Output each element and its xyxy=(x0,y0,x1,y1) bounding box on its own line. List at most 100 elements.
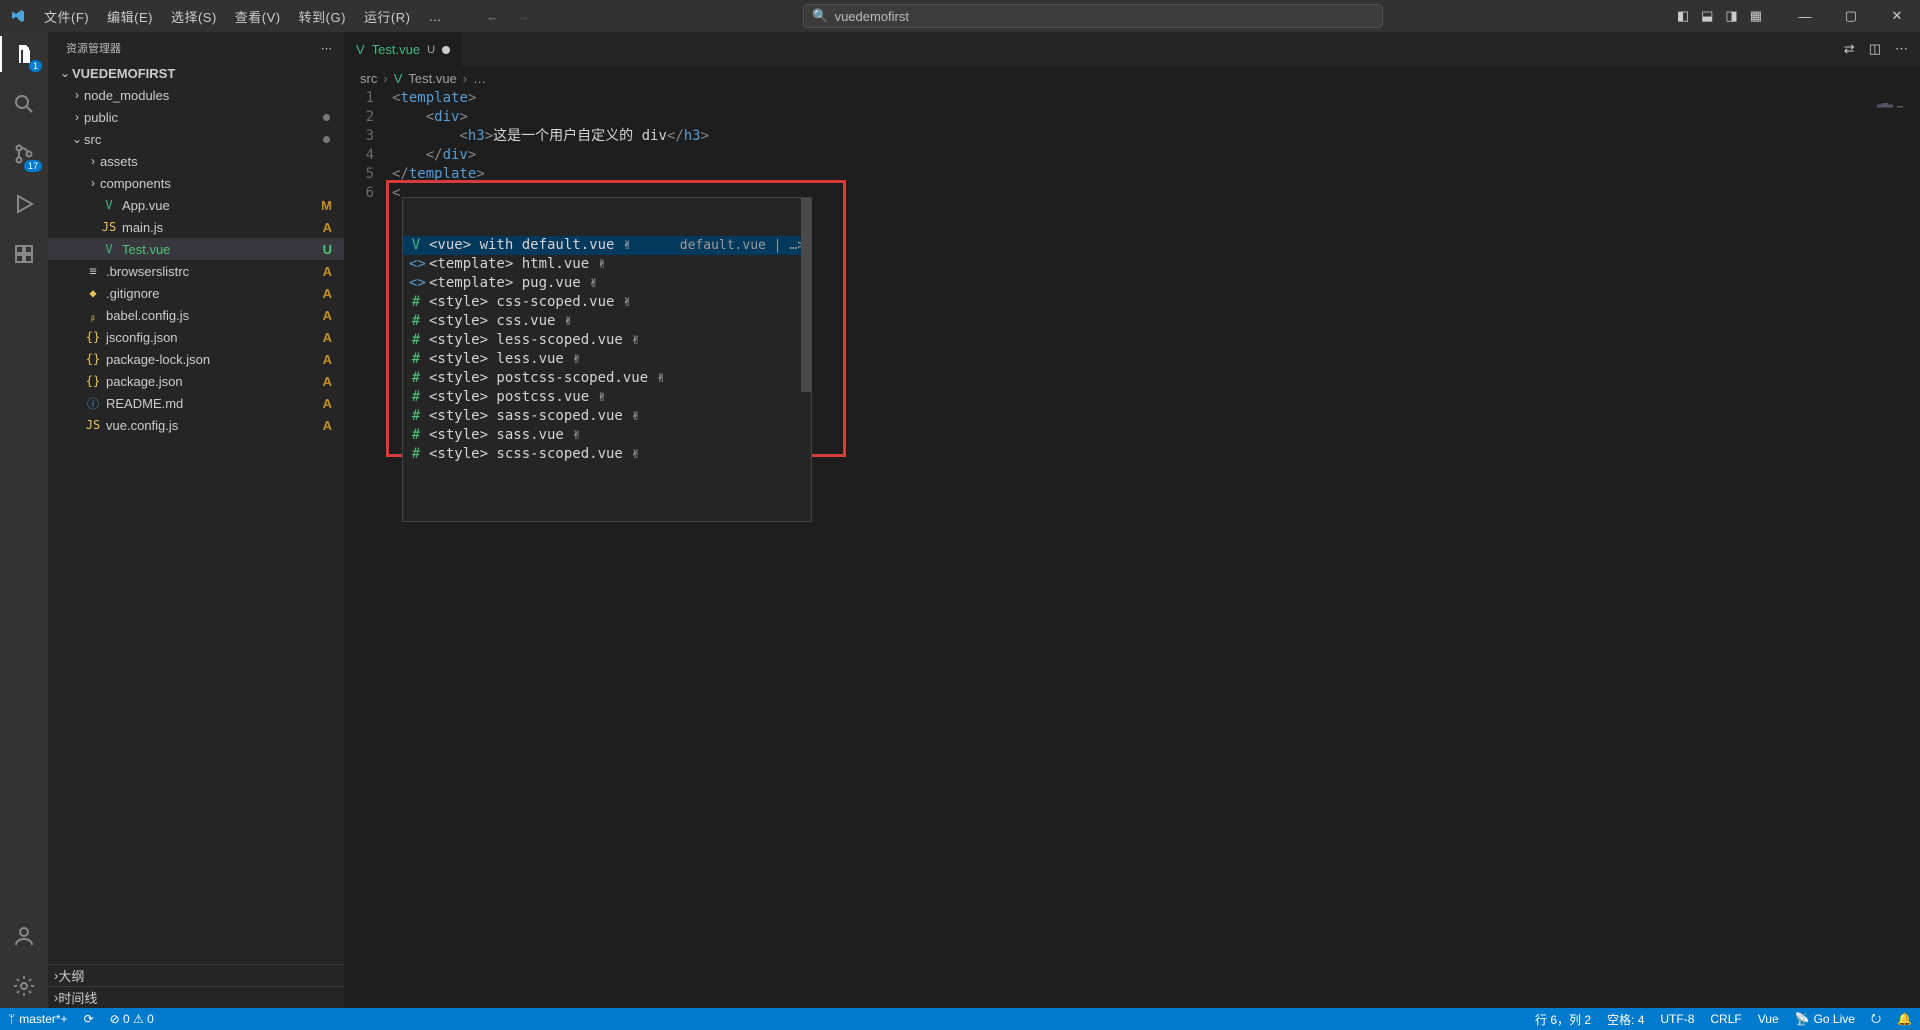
file-type-icon: {} xyxy=(84,330,102,344)
git-status-badge: M xyxy=(321,198,332,213)
suggest-item[interactable]: #<style> sass.vue ✌ xyxy=(403,426,811,445)
suggest-item[interactable]: V<vue> with default.vue ✌default.vue | …… xyxy=(403,236,811,255)
chevron-right-icon: › xyxy=(70,88,84,102)
window-minimize-icon[interactable]: — xyxy=(1782,0,1828,32)
activity-explorer[interactable]: 1 xyxy=(10,40,38,68)
tree-root[interactable]: ⌄ VUEDEMOFIRST xyxy=(48,62,344,84)
command-center[interactable]: 🔍 vuedemofirst xyxy=(803,4,1383,28)
layout-panel-left-icon[interactable]: ◧ xyxy=(1677,8,1689,24)
menu-run[interactable]: 运行(R) xyxy=(356,3,419,30)
section-timeline[interactable]: › 时间线 xyxy=(48,986,344,1008)
explorer-badge: 1 xyxy=(29,60,42,72)
suggest-item[interactable]: #<style> less.vue ✌ xyxy=(403,350,811,369)
tree-folder[interactable]: ›node_modules xyxy=(48,84,344,106)
window-close-icon[interactable]: ✕ xyxy=(1874,0,1920,32)
suggest-item[interactable]: #<style> sass-scoped.vue ✌ xyxy=(403,407,811,426)
section-outline[interactable]: › 大纲 xyxy=(48,964,344,986)
suggest-label: <style> postcss-scoped.vue ✌ xyxy=(429,369,805,388)
status-branch[interactable]: ᛘ master*+ xyxy=(0,1008,76,1030)
menu-edit[interactable]: 编辑(E) xyxy=(99,3,161,30)
status-bell[interactable]: 🔔 xyxy=(1889,1008,1920,1030)
sidebar-more-icon[interactable]: ⋯ xyxy=(321,42,332,55)
suggest-item[interactable]: #<style> css-scoped.vue ✌ xyxy=(403,293,811,312)
suggest-label: <template> html.vue ✌ xyxy=(429,255,805,274)
tree-file[interactable]: VApp.vueM xyxy=(48,194,344,216)
breadcrumb[interactable]: src › V Test.vue › … xyxy=(344,67,1920,89)
tree-file[interactable]: {}package-lock.jsonA xyxy=(48,348,344,370)
tree-folder[interactable]: ›public xyxy=(48,106,344,128)
compare-changes-icon[interactable]: ⇄ xyxy=(1844,41,1855,57)
tree-file[interactable]: ⓘREADME.mdA xyxy=(48,392,344,414)
minimap[interactable]: ▂▃▂ ▁ xyxy=(1877,93,1902,112)
editor[interactable]: 1 2 3 4 5 6 <template> <div> <h3>这是一个用户自… xyxy=(344,89,1920,1008)
activity-account[interactable] xyxy=(10,922,38,950)
activity-settings[interactable] xyxy=(10,972,38,1000)
split-editor-icon[interactable]: ◫ xyxy=(1869,41,1881,57)
activity-search[interactable] xyxy=(10,90,38,118)
tree-file[interactable]: JSvue.config.jsA xyxy=(48,414,344,436)
status-position[interactable]: 行 6，列 2 xyxy=(1527,1008,1599,1030)
file-tree: ⌄ VUEDEMOFIRST ›node_modules›public⌄src›… xyxy=(48,60,344,964)
layout-panel-right-icon[interactable]: ◨ xyxy=(1725,8,1737,24)
git-status-badge: A xyxy=(323,264,332,279)
suggest-item[interactable]: #<style> less-scoped.vue ✌ xyxy=(403,331,811,350)
menu-view[interactable]: 查看(V) xyxy=(227,3,289,30)
tree-file[interactable]: VTest.vueU xyxy=(48,238,344,260)
tree-file[interactable]: {}package.jsonA xyxy=(48,370,344,392)
activity-run-debug[interactable] xyxy=(10,190,38,218)
layout-customize-icon[interactable]: ▦ xyxy=(1750,8,1762,24)
suggest-widget[interactable]: V<vue> with default.vue ✌default.vue | …… xyxy=(402,197,812,522)
activity-bar: 1 17 xyxy=(0,32,48,1008)
status-encoding[interactable]: UTF-8 xyxy=(1652,1008,1702,1030)
suggest-scrollbar[interactable] xyxy=(801,198,811,392)
layout-panel-bottom-icon[interactable]: ⬓ xyxy=(1701,8,1713,24)
tree-file[interactable]: ≡.browserslistrcA xyxy=(48,260,344,282)
tree-folder[interactable]: ›assets xyxy=(48,150,344,172)
suggest-item[interactable]: <><template> html.vue ✌ xyxy=(403,255,811,274)
nav-forward-icon[interactable]: → xyxy=(517,9,530,24)
search-icon: 🔍 xyxy=(812,8,828,24)
window-maximize-icon[interactable]: ▢ xyxy=(1828,0,1874,32)
tab-more-icon[interactable]: ⋯ xyxy=(1895,41,1908,57)
status-feedback[interactable]: ⭮ xyxy=(1863,1008,1889,1030)
status-golive[interactable]: 📡 Go Live xyxy=(1787,1008,1863,1030)
chevron-right-icon: › xyxy=(383,71,387,86)
suggest-kind-icon: # xyxy=(409,369,423,388)
git-status-badge: A xyxy=(323,330,332,345)
tree-folder[interactable]: ›components xyxy=(48,172,344,194)
tree-item-label: public xyxy=(84,110,344,125)
code-area[interactable]: <template> <div> <h3>这是一个用户自定义的 div</h3>… xyxy=(392,89,1920,1008)
status-problems[interactable]: ⊘ 0 ⚠ 0 xyxy=(102,1008,162,1030)
suggest-item[interactable]: #<style> scss-scoped.vue ✌ xyxy=(403,445,811,464)
menu-file[interactable]: 文件(F) xyxy=(36,3,97,30)
tab-test-vue[interactable]: V Test.vue U xyxy=(344,32,463,67)
feedback-icon: ⭮ xyxy=(1871,1009,1881,1030)
suggest-label: <template> pug.vue ✌ xyxy=(429,274,805,293)
tree-file[interactable]: ◆.gitignoreA xyxy=(48,282,344,304)
activity-extensions[interactable] xyxy=(10,240,38,268)
tree-file[interactable]: JSmain.jsA xyxy=(48,216,344,238)
bell-icon: 🔔 xyxy=(1897,1012,1912,1026)
suggest-kind-icon: # xyxy=(409,293,423,312)
tree-folder[interactable]: ⌄src xyxy=(48,128,344,150)
suggest-item[interactable]: #<style> postcss.vue ✌ xyxy=(403,388,811,407)
status-lang[interactable]: Vue xyxy=(1750,1008,1787,1030)
tree-file[interactable]: ᵦbabel.config.jsA xyxy=(48,304,344,326)
suggest-item[interactable]: # <style> postcss-scoped.vue ✌ xyxy=(403,369,811,388)
status-spaces[interactable]: 空格: 4 xyxy=(1599,1008,1652,1030)
menu-select[interactable]: 选择(S) xyxy=(163,3,225,30)
status-eol[interactable]: CRLF xyxy=(1702,1008,1749,1030)
tree-file[interactable]: {}jsconfig.jsonA xyxy=(48,326,344,348)
suggest-item[interactable]: #<style> css.vue ✌ xyxy=(403,312,811,331)
tree-item-label: babel.config.js xyxy=(106,308,344,323)
menu-goto[interactable]: 转到(G) xyxy=(291,3,354,30)
modified-dot-icon xyxy=(323,114,330,121)
activity-scm[interactable]: 17 xyxy=(10,140,38,168)
file-type-icon: ≡ xyxy=(84,264,102,278)
file-type-icon: {} xyxy=(84,352,102,366)
menu-more[interactable]: … xyxy=(420,5,450,28)
nav-back-icon[interactable]: ← xyxy=(486,9,499,24)
suggest-item[interactable]: <><template> pug.vue ✌ xyxy=(403,274,811,293)
statusbar: ᛘ master*+ ⟳ ⊘ 0 ⚠ 0 行 6，列 2 空格: 4 UTF-8… xyxy=(0,1008,1920,1030)
status-sync[interactable]: ⟳ xyxy=(76,1008,102,1030)
